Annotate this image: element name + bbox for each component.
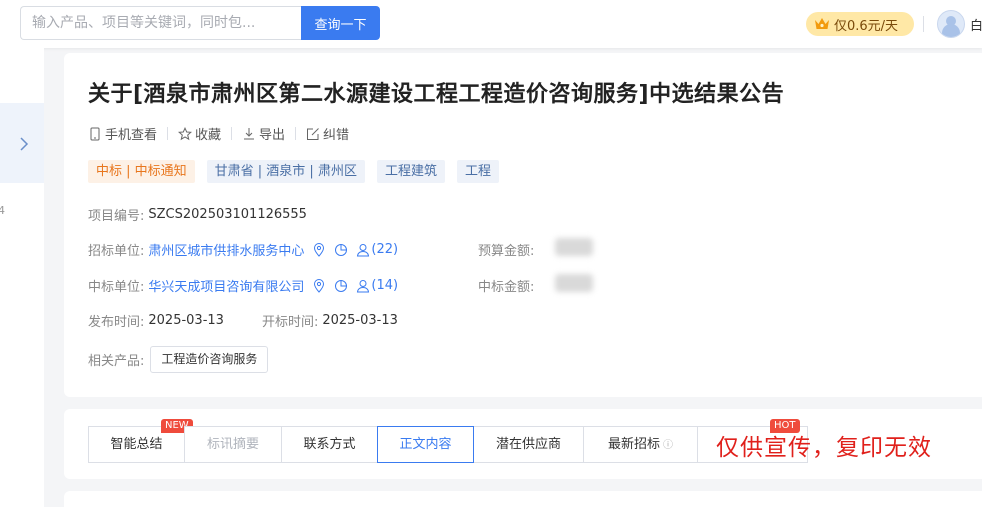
winner-link[interactable]: 华兴天成项目咨询有限公司 <box>148 276 304 295</box>
tag-region[interactable]: 甘肃省 | 酒泉市 | 肃州区 <box>206 160 365 183</box>
avatar[interactable] <box>937 10 965 38</box>
vip-price-label: 仅0.6元/天 <box>834 18 899 34</box>
mobile-view-label: 手机查看 <box>105 128 158 143</box>
content-card <box>64 491 982 507</box>
divider <box>923 16 924 32</box>
tenderer-link[interactable]: 肃州区城市供排水服务中心 <box>148 240 304 259</box>
tab-label: 正文内容 <box>399 437 452 452</box>
download-icon <box>244 127 255 139</box>
related-product-label: 相关产品: <box>88 354 145 369</box>
project-no-row: 项目编号: SZCS202503101126555 <box>88 205 307 224</box>
tab-latest-tenders[interactable]: 最新招标 ⓘ <box>583 426 698 463</box>
winner-contact-count[interactable]: (14) <box>371 278 398 293</box>
winner-row: 中标单位: 华兴天成项目咨询有限公司 (14) <box>88 276 398 295</box>
location-icon[interactable] <box>312 278 326 293</box>
tab-body-content[interactable]: 正文内容 <box>377 426 474 463</box>
related-product-button[interactable]: 工程造价咨询服务 <box>150 346 269 373</box>
action-bar: 手机查看 收藏 导出 纠错 <box>88 124 349 143</box>
report-error-button[interactable]: 纠错 <box>306 124 349 143</box>
location-icon[interactable] <box>312 242 326 257</box>
watermark-text: 仅供宣传，复印无效 <box>716 435 932 461</box>
search-button[interactable]: 查询一下 <box>301 6 380 40</box>
crown-icon <box>815 18 829 29</box>
top-bar: 查询一下 仅0.6元/天 白 <box>0 0 982 48</box>
budget-label: 预算金额: <box>478 244 535 259</box>
open-time-label: 开标时间: <box>261 315 319 330</box>
page-title: 关于[酒泉市肃州区第二水源建设工程工程造价咨询服务]中选结果公告 <box>88 82 785 107</box>
award-amount-label: 中标金额: <box>478 280 535 295</box>
publish-time-value: 2025-03-13 <box>148 313 224 328</box>
user-icon[interactable] <box>356 243 370 257</box>
tab-label: 智能总结 <box>110 437 163 452</box>
phone-icon <box>90 127 100 140</box>
vip-promo-badge[interactable]: 仅0.6元/天 <box>806 12 914 36</box>
budget-amount-blurred <box>555 238 593 256</box>
tab-smart-summary[interactable]: 智能总结 NEW <box>88 419 193 463</box>
favorite-label: 收藏 <box>195 128 222 143</box>
tab-bar: 智能总结 NEW 标讯摘要 联系方式 正文内容 潜在供应商 最新招标 ⓘ HOT <box>88 419 808 463</box>
divider <box>167 127 169 140</box>
product-row: 相关产品: 工程造价咨询服务 <box>88 346 269 373</box>
divider <box>295 127 297 140</box>
open-time-value: 2025-03-13 <box>322 313 398 328</box>
search-input[interactable] <box>20 6 301 40</box>
tenderer-contact-count[interactable]: (22) <box>371 242 398 257</box>
tab-contact[interactable]: 联系方式 <box>281 426 378 463</box>
sidebar-partial-label: 4 <box>0 204 5 217</box>
user-name[interactable]: 白 <box>970 15 982 34</box>
tab-bid-summary[interactable]: 标讯摘要 <box>184 426 282 463</box>
tenderer-label: 招标单位: <box>88 244 145 259</box>
tab-label: 联系方式 <box>303 437 356 452</box>
project-no-value: SZCS202503101126555 <box>148 207 307 222</box>
user-icon[interactable] <box>356 279 370 293</box>
tag-category[interactable]: 工程 <box>456 160 499 183</box>
mobile-view-button[interactable]: 手机查看 <box>88 124 157 143</box>
export-button[interactable]: 导出 <box>242 124 285 143</box>
pie-chart-icon[interactable] <box>334 243 348 257</box>
favorite-button[interactable]: 收藏 <box>178 124 221 143</box>
tag-industry[interactable]: 工程建筑 <box>376 160 445 183</box>
edit-icon <box>307 127 319 140</box>
tenderer-row: 招标单位: 肃州区城市供排水服务中心 (22) <box>88 240 398 259</box>
dates-row: 发布时间: 2025-03-13 开标时间: 2025-03-13 <box>88 311 398 330</box>
tab-label: 标讯摘要 <box>206 437 259 452</box>
divider <box>231 127 233 140</box>
project-no-label: 项目编号: <box>88 209 145 224</box>
tab-label: 最新招标 <box>607 437 660 452</box>
search-bar: 查询一下 <box>20 6 380 40</box>
report-error-label: 纠错 <box>323 128 350 143</box>
help-icon[interactable]: ⓘ <box>663 440 673 451</box>
publish-time-label: 发布时间: <box>88 315 145 330</box>
star-icon <box>178 126 193 140</box>
sidebar-partial-glyph <box>0 124 2 134</box>
chevron-right-icon[interactable] <box>19 137 29 151</box>
winner-label: 中标单位: <box>88 280 145 295</box>
tab-potential-suppliers[interactable]: 潜在供应商 <box>473 426 584 463</box>
export-label: 导出 <box>259 128 286 143</box>
sidebar-active-item[interactable] <box>0 103 44 183</box>
award-amount-blurred <box>555 274 593 292</box>
tab-label: 潜在供应商 <box>495 437 561 452</box>
pie-chart-icon[interactable] <box>334 279 348 293</box>
tag-list: 中标 | 中标通知 甘肃省 | 酒泉市 | 肃州区 工程建筑 工程 <box>88 160 511 183</box>
tag-award-type[interactable]: 中标 | 中标通知 <box>88 160 195 183</box>
